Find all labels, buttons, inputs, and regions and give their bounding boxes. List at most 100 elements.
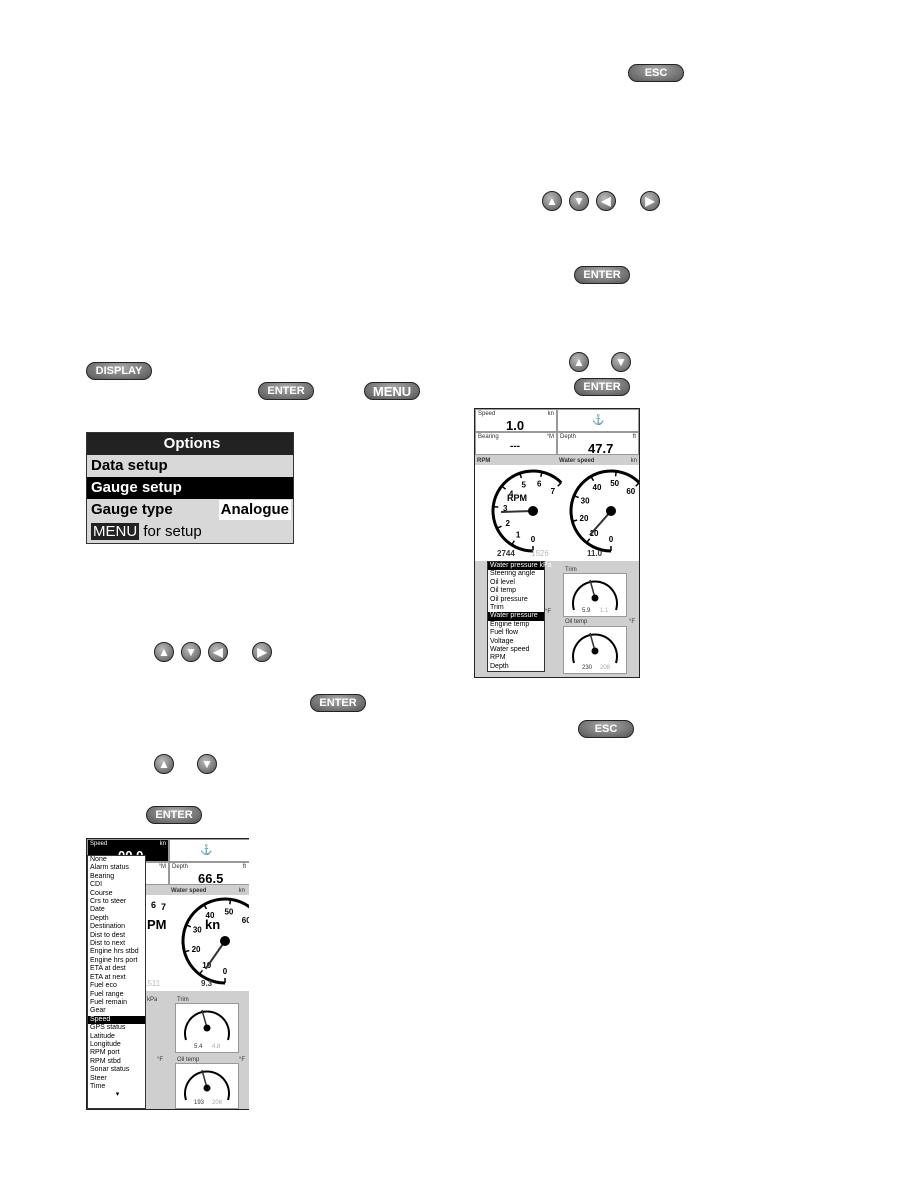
- water-speed-center-label: kn: [205, 917, 221, 932]
- list-item[interactable]: Depth: [88, 915, 145, 923]
- rpm-tick: 6: [151, 900, 157, 910]
- down-arrow-icon[interactable]: ▼: [569, 191, 589, 211]
- list-item[interactable]: Oil level: [488, 579, 544, 587]
- gauge-hub: [203, 1084, 211, 1092]
- down-arrow-icon[interactable]: ▼: [611, 352, 631, 372]
- list-item[interactable]: Engine hrs stbd: [88, 948, 145, 956]
- trim-gauge-svg: [572, 579, 618, 611]
- up-arrow-icon[interactable]: ▲: [154, 754, 174, 774]
- right-arrow-icon[interactable]: ▶: [640, 191, 660, 211]
- list-item[interactable]: ETA at next: [88, 974, 145, 982]
- oil-temp-gauge-svg: [184, 1069, 230, 1101]
- list-item[interactable]: ETA at dest: [88, 965, 145, 973]
- depth-label: Depth: [172, 864, 189, 870]
- data-selection-list[interactable]: Water pressure kPa Steering angle Oil lev…: [487, 561, 552, 673]
- scroll-down-icon[interactable]: ▾: [88, 1091, 145, 1099]
- oil-temp-value: 193: [194, 1100, 205, 1106]
- list-item[interactable]: Date: [88, 906, 145, 914]
- esc-button[interactable]: ESC: [578, 720, 634, 738]
- list-item[interactable]: RPM port: [88, 1049, 145, 1057]
- depth-unit: ft: [242, 864, 246, 870]
- list-item[interactable]: Trim: [488, 604, 544, 612]
- list-item[interactable]: Crs to steer: [88, 898, 145, 906]
- list-item[interactable]: Latitude: [88, 1033, 145, 1041]
- list-item[interactable]: Oil pressure: [488, 596, 544, 604]
- depth-cell: Depth ft 47.7: [557, 432, 639, 456]
- enter-button[interactable]: ENTER: [146, 806, 202, 824]
- down-arrow-icon[interactable]: ▼: [197, 754, 217, 774]
- gauge-arc: [569, 469, 639, 553]
- list-item[interactable]: Fuel remain: [88, 999, 145, 1007]
- list-header: Water pressure kPa: [488, 562, 552, 571]
- left-arrow-icon[interactable]: ◀: [208, 642, 228, 662]
- oil-temp-value-2: 208: [212, 1100, 223, 1106]
- water-speed-label: Water speed: [171, 888, 207, 894]
- list-item[interactable]: Bearing: [88, 873, 145, 881]
- speed-unit: kn: [159, 841, 166, 847]
- options-title: Options: [87, 433, 293, 455]
- list-item[interactable]: Sonar status: [88, 1066, 145, 1074]
- right-arrow-icon[interactable]: ▶: [252, 642, 272, 662]
- left-arrow-icon[interactable]: ◀: [596, 191, 616, 211]
- list-item[interactable]: Water speed: [488, 646, 544, 654]
- list-item[interactable]: CDI: [88, 881, 145, 889]
- gauge-tick-label: 7: [551, 487, 556, 496]
- list-item[interactable]: Engine temp: [488, 621, 544, 629]
- menu-button[interactable]: MENU: [364, 382, 420, 400]
- menu-key: MENU: [91, 523, 140, 540]
- list-item[interactable]: Alarm status: [88, 864, 145, 872]
- gauge-type-label: Gauge type: [91, 501, 173, 518]
- list-item[interactable]: Water pressure: [488, 612, 544, 621]
- list-item[interactable]: Fuel eco: [88, 982, 145, 990]
- oil-temp-unit: °F: [628, 619, 635, 625]
- gauge-tick-label: 6: [537, 480, 542, 489]
- depth-value: 66.5: [198, 871, 224, 886]
- trim-gauge: 5.9 1.1: [563, 573, 627, 617]
- enter-button[interactable]: ENTER: [574, 266, 630, 284]
- list-item[interactable]: Depth: [488, 663, 544, 671]
- manual-page: ESC ▲ ▼ ◀ ▶ ENTER DISPLAY ▲ ▼ ENTER ENTE…: [0, 0, 918, 1188]
- enter-button[interactable]: ENTER: [258, 382, 314, 400]
- list-item[interactable]: Steer: [88, 1075, 145, 1083]
- list-item[interactable]: RPM stbd: [88, 1058, 145, 1066]
- gauge-tick: [557, 482, 562, 487]
- rpm-center-label: RPM: [507, 493, 527, 503]
- esc-button[interactable]: ESC: [628, 64, 684, 82]
- list-item[interactable]: Speed: [88, 1015, 145, 1025]
- trim-value-2: 1.1: [600, 608, 609, 614]
- display-button[interactable]: DISPLAY: [86, 362, 152, 380]
- gauge-type-value[interactable]: Analogue: [218, 500, 291, 520]
- enter-button[interactable]: ENTER: [574, 378, 630, 396]
- list-item[interactable]: Time: [88, 1083, 145, 1091]
- gauge-panel: 0 1 2 3 4 5 6 7 0 10 20 30 40 50 60 2744 1526 11.0 RPM: [475, 465, 639, 561]
- up-arrow-icon[interactable]: ▲: [154, 642, 174, 662]
- gauge-hub: [591, 647, 599, 655]
- gauge-tick-label: 20: [580, 514, 589, 523]
- menu-item-gauge-type[interactable]: Gauge type Analogue: [87, 499, 293, 521]
- up-arrow-icon[interactable]: ▲: [569, 352, 589, 372]
- enter-button[interactable]: ENTER: [310, 694, 366, 712]
- list-item[interactable]: Oil temp: [488, 587, 544, 595]
- up-arrow-icon[interactable]: ▲: [542, 191, 562, 211]
- gauge-tick: [493, 505, 499, 508]
- menu-item-gauge-setup[interactable]: Gauge setup: [87, 477, 293, 499]
- list-item[interactable]: Gear: [88, 1007, 145, 1015]
- list-item[interactable]: Course: [88, 890, 145, 898]
- menu-item-data-setup[interactable]: Data setup: [87, 455, 293, 477]
- list-item[interactable]: Steering angle: [488, 570, 544, 578]
- oil-temp-gauge-svg: [572, 632, 618, 664]
- list-item[interactable]: Longitude: [88, 1041, 145, 1049]
- data-selection-list[interactable]: None Alarm status Bearing CDI Course Crs to s…: [87, 855, 146, 1109]
- list-item[interactable]: RPM: [488, 654, 544, 662]
- list-item[interactable]: Voltage: [488, 638, 544, 646]
- gauge-screen-1: Speed kn 1.0 ⚓ Bearing °M --- Depth ft 4…: [474, 408, 640, 678]
- list-item[interactable]: Destination: [88, 923, 145, 931]
- list-item[interactable]: Fuel flow: [488, 629, 544, 637]
- list-item[interactable]: Engine hrs port: [88, 957, 145, 965]
- down-arrow-icon[interactable]: ▼: [181, 642, 201, 662]
- list-item[interactable]: Dist to next: [88, 940, 145, 948]
- list-item[interactable]: Dist to dest: [88, 932, 145, 940]
- list-item[interactable]: None: [88, 856, 145, 864]
- list-item[interactable]: GPS status: [88, 1024, 145, 1032]
- list-item[interactable]: Fuel range: [88, 991, 145, 999]
